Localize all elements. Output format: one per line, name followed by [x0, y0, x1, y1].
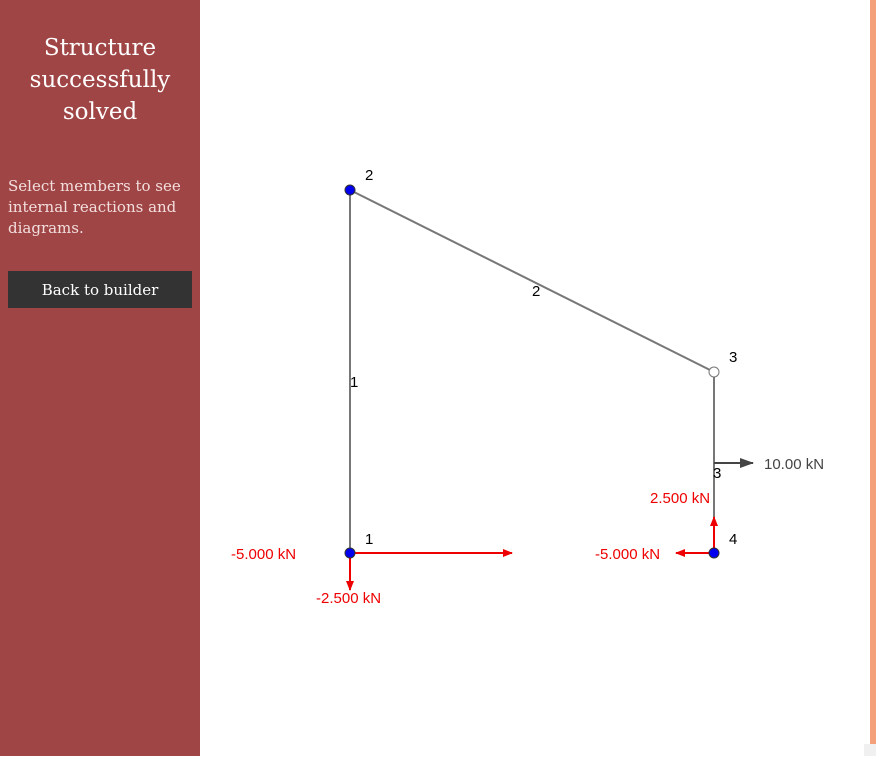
structure-diagram: 1 2 3 10.00 kN -5.000 kN -2.500 kN -5.00… — [231, 167, 824, 607]
node-3[interactable] — [708, 366, 720, 378]
reaction-label-node4-vertical: 2.500 kN — [650, 490, 710, 507]
member-label-2: 2 — [532, 283, 540, 300]
node-label-3: 3 — [729, 349, 737, 366]
structure-canvas: 1 2 3 10.00 kN -5.000 kN -2.500 kN -5.00… — [200, 0, 870, 756]
sidebar: Structure successfully solved Select mem… — [0, 0, 200, 756]
node-label-2: 2 — [365, 167, 373, 184]
node-2[interactable] — [344, 184, 356, 196]
scrollbar-corner — [864, 744, 876, 756]
node-4[interactable] — [708, 547, 720, 559]
node-label-4: 4 — [729, 531, 737, 548]
reaction-label-node1-vertical: -2.500 kN — [316, 590, 381, 607]
sidebar-hint: Select members to see internal reactions… — [8, 177, 181, 237]
applied-load-label: 10.00 kN — [764, 456, 824, 473]
reaction-label-node4-horizontal: -5.000 kN — [595, 546, 660, 563]
node-label-1: 1 — [365, 531, 373, 548]
member-label-1: 1 — [350, 374, 358, 391]
scrollbar[interactable] — [870, 0, 876, 744]
member-label-3: 3 — [713, 465, 721, 482]
member-2[interactable] — [349, 189, 715, 373]
node-1[interactable] — [344, 547, 356, 559]
reaction-label-node1-horizontal: -5.000 kN — [231, 546, 296, 563]
back-to-builder-button[interactable]: Back to builder — [8, 271, 192, 308]
sidebar-title: Structure successfully solved — [29, 35, 171, 125]
